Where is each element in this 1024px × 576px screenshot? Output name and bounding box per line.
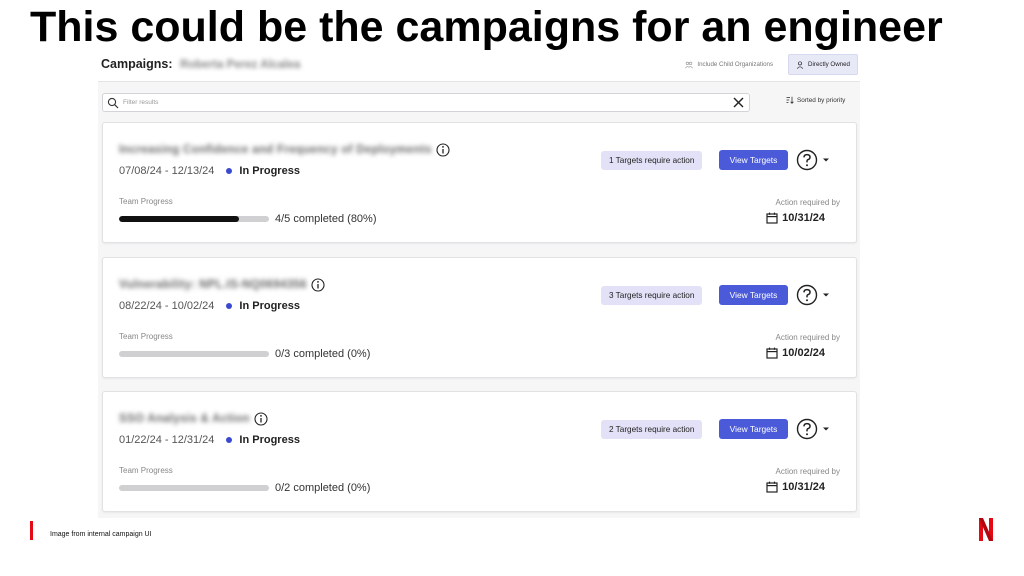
person-icon [796, 60, 804, 69]
action-date-text: 10/31/24 [782, 481, 825, 493]
campaign-date-status: 01/22/24 - 12/31/24 In Progress [119, 434, 300, 446]
date-range: 01/22/24 - 12/31/24 [119, 434, 215, 446]
status-text: In Progress [239, 300, 300, 312]
campaign-name: Vulnerability: NPL.IS-NQ0694356 [119, 278, 325, 292]
action-date-text: 10/31/24 [782, 212, 825, 224]
action-date-text: 10/02/24 [782, 347, 825, 359]
toggle-directly-owned[interactable]: Directly Owned [788, 54, 858, 75]
progress-bar [119, 216, 269, 222]
view-targets-button[interactable]: View Targets [719, 285, 788, 305]
date-range: 07/08/24 - 12/13/24 [119, 165, 215, 177]
targets-require-action-badge: 3 Targets require action [601, 286, 703, 305]
search-icon [107, 97, 119, 109]
status-text: In Progress [239, 165, 300, 177]
footer-caption: Image from internal campaign UI [50, 531, 152, 538]
campaign-card: SSO Analysis & Action 01/22/24 - 12/31/2… [102, 391, 857, 512]
progress-bar-fill [119, 216, 239, 222]
page-title-label: Campaigns: [101, 57, 173, 71]
close-icon[interactable] [732, 96, 745, 109]
date-range: 08/22/24 - 10/02/24 [119, 300, 215, 312]
info-icon[interactable] [311, 278, 325, 292]
campaign-name: Increasing Confidence and Frequency of D… [119, 143, 450, 157]
org-tree-icon [685, 61, 694, 68]
team-progress-label: Team Progress [119, 332, 173, 341]
toggle-label: Directly Owned [808, 61, 850, 68]
app-header: Campaigns: Roberta Perez Alcalea Include… [98, 50, 860, 82]
campaign-name-text[interactable]: Vulnerability: NPL.IS-NQ0694356 [119, 279, 307, 291]
campaign-name-text[interactable]: Increasing Confidence and Frequency of D… [119, 144, 432, 156]
filter-bar [102, 93, 750, 112]
action-required-label: Action required by [775, 467, 840, 476]
toggle-label: Include Child Organizations [697, 61, 774, 68]
action-required-label: Action required by [775, 333, 840, 342]
campaign-name: SSO Analysis & Action [119, 412, 268, 426]
campaign-card: Vulnerability: NPL.IS-NQ0694356 08/22/24… [102, 257, 857, 378]
team-progress-label: Team Progress [119, 197, 173, 206]
footer-accent-bar [30, 521, 33, 540]
page-title-owner-name: Roberta Perez Alcalea [180, 59, 301, 71]
team-progress-label: Team Progress [119, 466, 173, 475]
view-targets-button[interactable]: View Targets [719, 419, 788, 439]
progress-text: 4/5 completed (80%) [275, 213, 377, 225]
chevron-down-icon [823, 293, 829, 297]
action-required-label: Action required by [775, 198, 840, 207]
toggle-include-child-organizations[interactable]: Include Child Organizations [678, 54, 780, 75]
status-dot-icon [226, 437, 233, 443]
calendar-icon [766, 212, 778, 224]
help-menu[interactable] [796, 149, 830, 171]
campaign-card: Increasing Confidence and Frequency of D… [102, 122, 857, 243]
sort-label: Sorted by priority [797, 96, 846, 104]
targets-require-action-badge: 2 Targets require action [601, 420, 703, 439]
progress-bar [119, 351, 269, 357]
campaigns-app: Campaigns: Roberta Perez Alcalea Include… [98, 50, 860, 518]
help-icon [796, 284, 818, 306]
action-required-date: 10/02/24 [766, 347, 825, 359]
campaign-date-status: 08/22/24 - 10/02/24 In Progress [119, 300, 300, 312]
help-menu[interactable] [796, 284, 830, 306]
help-icon [796, 149, 818, 171]
status-text: In Progress [239, 434, 300, 446]
sort-icon [786, 96, 794, 104]
action-required-date: 10/31/24 [766, 212, 825, 224]
campaign-name-text[interactable]: SSO Analysis & Action [119, 413, 250, 425]
sort-dropdown[interactable]: Sorted by priority [786, 96, 845, 104]
progress-text: 0/3 completed (0%) [275, 348, 371, 360]
progress-bar [119, 485, 269, 491]
page-title: Campaigns: Roberta Perez Alcalea [101, 57, 300, 71]
targets-require-action-badge: 1 Targets require action [601, 151, 703, 170]
action-required-date: 10/31/24 [766, 481, 825, 493]
ownership-toggle-group: Include Child Organizations Directly Own… [678, 54, 858, 75]
slide-title: This could be the campaigns for an engin… [30, 3, 943, 51]
filter-input[interactable] [123, 96, 713, 109]
calendar-icon [766, 481, 778, 493]
status-dot-icon [226, 303, 233, 309]
campaign-date-status: 07/08/24 - 12/13/24 In Progress [119, 165, 300, 177]
progress-text: 0/2 completed (0%) [275, 482, 371, 494]
help-menu[interactable] [796, 418, 830, 440]
netflix-logo-icon [979, 518, 993, 541]
info-icon[interactable] [254, 412, 268, 426]
chevron-down-icon [823, 427, 829, 431]
info-icon[interactable] [436, 143, 450, 157]
status-dot-icon [226, 168, 233, 174]
view-targets-button[interactable]: View Targets [719, 150, 788, 170]
chevron-down-icon [823, 158, 829, 162]
calendar-icon [766, 347, 778, 359]
help-icon [796, 418, 818, 440]
